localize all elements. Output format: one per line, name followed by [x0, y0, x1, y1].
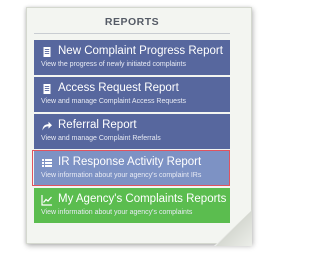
document-icon	[43, 83, 51, 94]
report-title: IR Response Activity Report	[58, 156, 202, 168]
report-my-agency-complaints[interactable]: My Agency's Complaints Reports View info…	[34, 188, 230, 223]
report-description: View information about your agency's com…	[41, 172, 202, 179]
report-referral[interactable]: Referral Report View and manage Complain…	[34, 114, 230, 149]
report-title: Referral Report	[58, 119, 137, 131]
document-icon	[43, 46, 51, 57]
report-description: View the progress of newly initiated com…	[41, 61, 187, 68]
report-access-request[interactable]: Access Request Report View and manage Co…	[34, 77, 230, 112]
report-description: View and manage Complaint Referrals	[41, 135, 161, 142]
report-title: New Complaint Progress Report	[58, 45, 223, 57]
report-ir-response-activity[interactable]: IR Response Activity Report View informa…	[34, 151, 230, 186]
list-icon	[42, 158, 52, 167]
report-title: My Agency's Complaints Reports	[58, 193, 227, 205]
report-new-complaint-progress[interactable]: New Complaint Progress Report View the p…	[34, 40, 230, 75]
report-description: View and manage Complaint Access Request…	[41, 98, 187, 105]
share-arrow-icon	[42, 121, 52, 130]
report-title: Access Request Report	[58, 82, 179, 94]
line-chart-icon	[41, 194, 52, 206]
report-description: View information about your agency's com…	[41, 209, 193, 216]
panel-title: REPORTS	[104, 15, 160, 28]
divider	[34, 33, 230, 34]
